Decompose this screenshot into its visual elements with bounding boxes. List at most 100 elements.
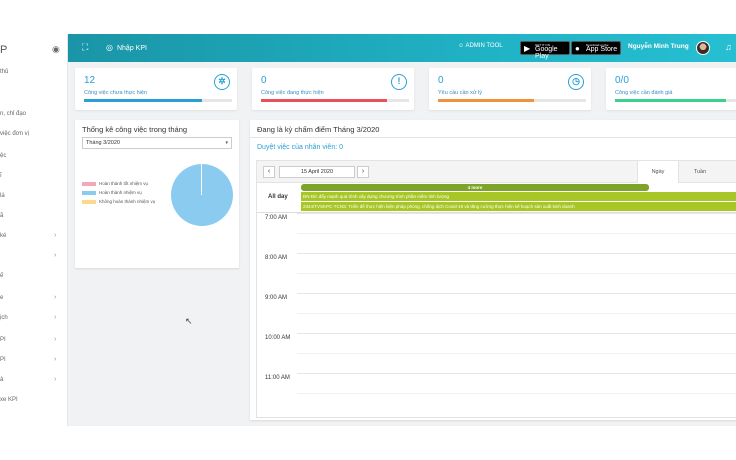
more-events-link[interactable]: 4 more [301,184,649,191]
kpi-entry-link[interactable]: ◎ Nhập KPI [106,43,147,52]
chevron-right-icon: › [54,232,57,239]
stat-card-evaluate[interactable]: 0/0 Công việc cần đánh giá [606,68,736,110]
sidebar-item[interactable]: ế [0,268,67,284]
time-slot[interactable]: 10:00 AM [257,333,736,373]
sidebar-item-label: ĩ [0,173,2,179]
eye-toggle-icon[interactable]: ◉ [52,44,62,54]
allday-label: All day [268,194,288,200]
sidebar-item-label: ã [0,213,4,219]
half-hour-line [297,393,736,394]
prev-day-button[interactable]: ‹ [263,166,275,178]
half-hour-line [297,273,736,274]
stat-value: 0/0 [615,75,629,86]
pie-chart[interactable] [171,164,233,226]
sidebar-item[interactable]: PI › [0,352,67,368]
stat-value: 0 [261,75,267,86]
stat-progress [84,99,232,102]
hour-line [297,213,736,214]
time-slot[interactable]: 11:00 AM [257,373,736,413]
globe-icon: ◎ [106,43,113,52]
sidebar-item[interactable]: e › [0,290,67,306]
sidebar-item-label: PI [0,357,6,363]
half-hour-line [297,233,736,234]
time-slot[interactable]: 9:00 AM [257,293,736,333]
user-name[interactable]: Nguyễn Minh Trung [628,43,689,50]
sidebar-item[interactable]: ịch › [0,310,67,326]
stat-progress-fill [615,99,726,102]
tab-week[interactable]: Tuần [679,161,721,183]
sidebar-item-label: e [0,295,4,301]
sidebar-item[interactable]: ệc [0,148,67,164]
stat-label: Yêu cầu cần xử lý [438,90,483,96]
half-hour-line [297,313,736,314]
legend-label: Không hoàn thành nhiệm vụ [99,199,156,204]
stat-card-requests[interactable]: 0 Yêu cầu cần xử lý ◷ [429,68,591,110]
chevron-right-icon: › [54,356,57,363]
app-store-badge[interactable]: ● Download on the App Store [571,41,621,55]
sidebar-item-label: thủ [0,69,9,75]
stat-card-todo[interactable]: 12 Công việc chưa thực hiện ✲ [75,68,237,110]
admin-tool-label: ADMIN TOOL [465,43,503,49]
calendar-event[interactable]: ĐN Đ/c đẩy mạnh quá trình xây dựng chươn… [301,192,736,201]
sidebar-item[interactable]: ké › [0,228,67,244]
calendar: ‹ 15 April 2020 › Ngày Tuần All day 4 mo… [256,160,736,418]
sidebar-item-label: ịch [0,315,8,321]
chevron-right-icon: › [54,336,57,343]
date-picker[interactable]: 15 April 2020 [279,166,355,178]
sidebar-item-label: ké [0,233,7,239]
bell-icon[interactable]: ♫ [725,42,732,52]
admin-tool-link[interactable]: ☺ ADMIN TOOL [458,43,503,49]
calendar-event[interactable]: 2344/TVSKPC-TCNS: Triển để thực hiện biệ… [301,202,736,211]
month-select[interactable]: Tháng 3/2020 ▾ [82,137,232,149]
stat-progress-fill [84,99,203,102]
sidebar-item[interactable]: › [0,248,67,264]
tab-day[interactable]: Ngày [637,161,679,183]
stat-label: Công việc chưa thực hiện [84,90,148,96]
sidebar-item[interactable]: ả › [0,372,67,388]
sidebar-item[interactable]: PI › [0,332,67,348]
mouse-cursor-icon: ↖ [185,316,193,326]
approve-tasks-link[interactable]: Duyệt việc của nhân viên: 0 [257,144,343,151]
chevron-right-icon: › [54,252,57,259]
stat-value: 12 [84,75,96,86]
legend-swatch [82,181,96,186]
sidebar-item-label: việc đơn vị [0,131,29,137]
legend-label: Hoàn thành nhiệm vụ [99,190,142,195]
chevron-down-icon: ▾ [225,140,228,146]
stat-label: Công việc đang thực hiện [261,90,324,96]
hour-line [297,253,736,254]
half-hour-line [297,353,736,354]
legend-swatch [82,190,96,195]
sidebar-item[interactable]: việc đơn vị [0,126,67,142]
sidebar-item[interactable]: lá [0,188,67,204]
stat-card-in-progress[interactable]: 0 Công việc đang thực hiện ! [252,68,414,110]
time-slot[interactable]: 7:00 AM [257,213,736,253]
fullscreen-icon[interactable]: ⛶ [82,42,88,53]
chevron-right-icon: › [54,294,57,301]
chevron-right-icon: › [54,376,57,383]
google-play-badge[interactable]: ▶ GET IT ON Google Play [520,41,570,60]
sidebar-item[interactable]: thủ [0,64,67,80]
app-store-label: App Store [586,46,618,53]
sidebar-item[interactable]: n, chỉ đạo [0,106,67,122]
panel-title: Thống kê công việc trong tháng [82,125,188,134]
legend-label: Hoàn thành tốt nhiệm vụ [99,181,149,186]
play-store-icon: ▶ [524,44,531,53]
allday-row: All day 4 more ĐN Đ/c đẩy mạnh quá trình… [257,183,736,213]
time-slot[interactable]: 8:00 AM [257,253,736,293]
app-frame: P ◉ thủ n, chỉ đạo việc đơn vị ệc ĩ lá ã… [0,34,736,426]
sidebar-item[interactable]: ĩ [0,168,67,184]
hour-line [297,373,736,374]
sidebar-item-label: ệc [0,153,7,159]
avatar[interactable] [696,41,710,55]
scoring-panel: Đang là kỳ chấm điểm Tháng 3/2020 Duyệt … [250,120,736,420]
sidebar-item[interactable]: ã [0,208,67,224]
sidebar-item[interactable]: xe KPI [0,392,67,408]
scoring-header: Đang là kỳ chấm điểm Tháng 3/2020 [250,120,736,138]
sidebar-item-label: ả [0,377,4,383]
month-select-value: Tháng 3/2020 [86,140,120,146]
next-day-button[interactable]: › [357,166,369,178]
stat-progress-fill [261,99,387,102]
stat-label: Công việc cần đánh giá [615,90,673,96]
stat-progress [438,99,586,102]
